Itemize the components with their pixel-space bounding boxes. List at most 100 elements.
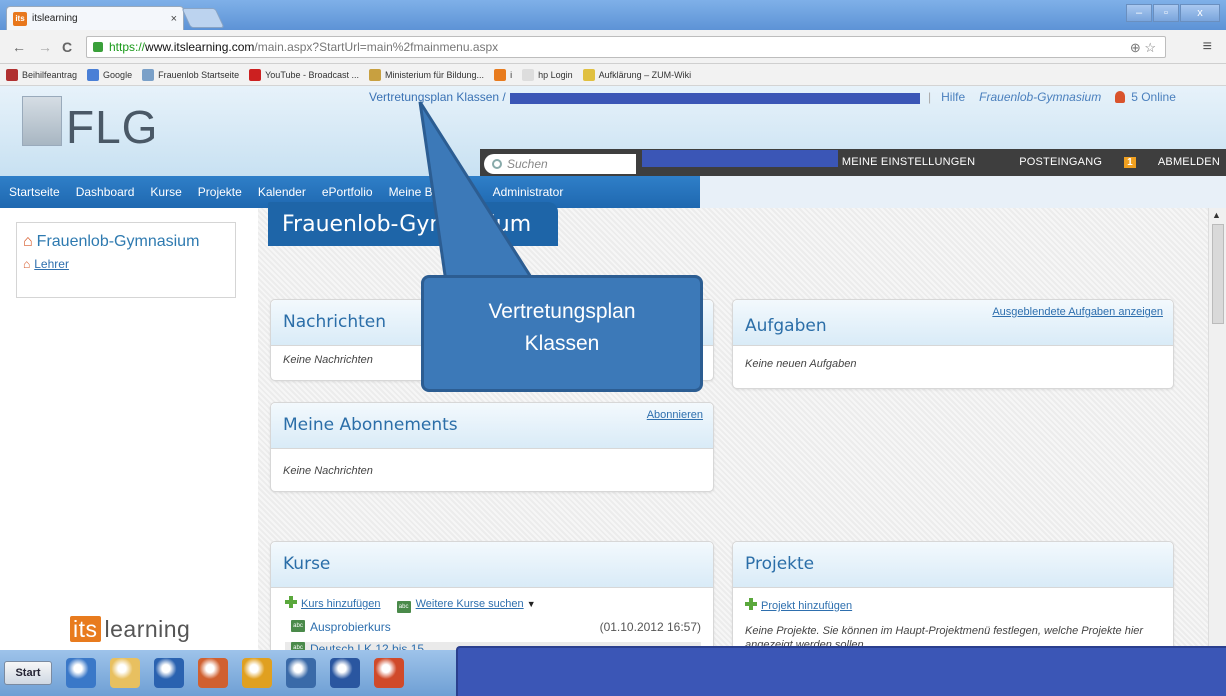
projects-card: Projekte Projekt hinzufügen Keine Projek… <box>732 541 1174 661</box>
top-links: | Hilfe Frauenlob-Gymnasium 5 Online <box>928 90 1176 104</box>
zoom-star-icon[interactable]: ⊕ ☆ <box>1130 40 1156 56</box>
home-icon: ⌂ <box>23 233 33 250</box>
itslearning-logo: its learning <box>70 616 190 643</box>
scroll-thumb[interactable] <box>1212 224 1224 324</box>
course-icon: abc <box>396 601 411 613</box>
add-icon <box>745 598 757 610</box>
bookmark-label: Google <box>103 69 133 80</box>
subscribe-link[interactable]: Abonnieren <box>647 409 703 421</box>
bookmark-item[interactable]: hp Login <box>522 68 573 81</box>
browser-menu-icon[interactable]: ≡ <box>1203 38 1212 56</box>
bookmark-icon <box>142 68 155 81</box>
bookmark-label: Ministerium für Bildung... <box>385 69 485 80</box>
url-input[interactable]: https:// www.itslearning.com /main.aspx?… <box>86 36 1166 58</box>
callout-pointer <box>418 101 536 284</box>
dropdown-icon[interactable]: ▼ <box>527 599 536 609</box>
callout-line-1: Vertretungsplan <box>488 300 636 323</box>
redaction-bar <box>510 93 920 104</box>
inbox-badge: 1 <box>1124 156 1136 168</box>
logo-learning: learning <box>104 616 191 642</box>
itslearning-favicon-icon: its <box>13 11 27 26</box>
back-button[interactable]: ← <box>12 39 26 55</box>
logo-its: its <box>70 616 101 642</box>
url-scheme: https:// <box>109 40 146 54</box>
close-window-button[interactable]: x <box>1180 4 1220 22</box>
word-icon[interactable] <box>330 658 360 688</box>
bookmark-icon <box>369 68 382 81</box>
home-icon: ⌂ <box>23 257 31 271</box>
role-label: Lehrer <box>34 257 69 271</box>
nav-item-2[interactable]: Kurse <box>142 176 189 208</box>
nav-item-0[interactable]: Startseite <box>0 176 68 208</box>
window-titlebar: its itslearning × – ▫ x <box>0 0 1226 30</box>
user-links: MEINE EINSTELLUNGEN POSTEINGANG 1 ABMELDE… <box>820 156 1220 168</box>
nav-item-3[interactable]: Projekte <box>190 176 250 208</box>
inbox-link[interactable]: POSTEINGANG 1 <box>997 156 1136 168</box>
bookmark-label: Beihilfeantrag <box>22 69 78 80</box>
school-title-label: Frauenlob-Gymnasium <box>36 233 200 250</box>
left-panel: ⌂ Frauenlob-Gymnasium ⌂ Lehrer <box>16 222 236 298</box>
course-date: (01.10.2012 16:57) <box>599 620 701 634</box>
browser-tab[interactable]: its itslearning × <box>6 6 184 30</box>
add-icon <box>285 596 297 608</box>
windows-taskbar: Start <box>0 650 456 696</box>
bookmark-item[interactable]: Frauenlob Startseite <box>142 68 240 81</box>
explorer-icon[interactable] <box>110 658 140 688</box>
course-row[interactable]: abc Ausprobierkurs (01.10.2012 16:57) <box>291 620 701 634</box>
address-toolbar: ← → C https:// www.itslearning.com /main… <box>0 30 1226 64</box>
tasks-empty: Keine neuen Aufgaben <box>745 358 857 370</box>
chrome-icon[interactable] <box>374 658 404 688</box>
find-courses-link[interactable]: Weitere Kurse suchen <box>416 598 524 610</box>
settings-link[interactable]: MEINE EINSTELLUNGEN <box>842 156 975 168</box>
url-path: /main.aspx?StartUrl=main%2fmainmenu.aspx <box>254 40 499 54</box>
role-link[interactable]: ⌂ Lehrer <box>23 257 69 271</box>
tasks-title: Aufgaben <box>745 316 827 336</box>
course-icon: abc <box>291 620 305 632</box>
logout-link[interactable]: ABMELDEN <box>1158 156 1220 168</box>
tab-title: itslearning <box>32 13 78 24</box>
minimize-button[interactable]: – <box>1126 4 1152 22</box>
bookmark-item[interactable]: Beihilfeantrag <box>6 68 78 81</box>
new-tab-button[interactable] <box>181 8 225 28</box>
bookmark-label: i <box>510 69 513 80</box>
bookmark-item[interactable]: Ministerium für Bildung... <box>369 68 485 81</box>
start-button[interactable]: Start <box>4 661 52 685</box>
tab-close-icon[interactable]: × <box>171 13 177 25</box>
card-header <box>271 542 713 588</box>
add-course-link[interactable]: Kurs hinzufügen <box>301 598 381 610</box>
ie-icon[interactable] <box>66 658 96 688</box>
outlook-icon[interactable] <box>154 658 184 688</box>
courses-card: Kurse Kurs hinzufügen abc Weitere Kurse s… <box>270 541 714 661</box>
users-icon[interactable] <box>242 658 272 688</box>
bookmark-label: Frauenlob Startseite <box>158 69 240 80</box>
scrollbar[interactable]: ▲ <box>1208 208 1226 650</box>
projects-actions: Projekt hinzufügen <box>745 598 852 612</box>
school-name[interactable]: Frauenlob-Gymnasium <box>979 90 1101 104</box>
nav-item-1[interactable]: Dashboard <box>68 176 143 208</box>
add-project-link[interactable]: Projekt hinzufügen <box>761 600 852 612</box>
bookmark-item[interactable]: YouTube - Broadcast ... <box>249 68 359 81</box>
projects-title: Projekte <box>745 554 815 574</box>
forward-button[interactable]: → <box>38 39 52 55</box>
tasks-card: Aufgaben Ausgeblendete Aufgaben anzeigen… <box>732 299 1174 389</box>
bookmark-item[interactable]: Google <box>87 68 133 81</box>
online-count[interactable]: 5 Online <box>1131 90 1176 104</box>
course-name[interactable]: Ausprobierkurs <box>310 620 391 634</box>
thunderbird-icon[interactable] <box>286 658 316 688</box>
redaction-overlay <box>456 646 1226 696</box>
help-link[interactable]: Hilfe <box>941 90 965 104</box>
bookmark-icon <box>582 68 595 81</box>
reload-button[interactable]: C <box>62 39 72 55</box>
news-empty: Keine Nachrichten <box>283 354 373 366</box>
scroll-up-icon[interactable]: ▲ <box>1212 210 1221 220</box>
bookmark-icon <box>249 68 262 81</box>
hidden-tasks-link[interactable]: Ausgeblendete Aufgaben anzeigen <box>992 306 1163 318</box>
school-title[interactable]: ⌂ Frauenlob-Gymnasium <box>23 233 199 251</box>
bookmark-item[interactable]: Aufklärung – ZUM-Wiki <box>582 68 691 81</box>
school-logo-image <box>22 96 62 146</box>
inbox-label: POSTEINGANG <box>1019 156 1103 168</box>
maximize-button[interactable]: ▫ <box>1153 4 1179 22</box>
school-logo-text: FLG <box>66 101 159 153</box>
bookmark-item[interactable]: i <box>494 68 513 81</box>
paint-icon[interactable] <box>198 658 228 688</box>
